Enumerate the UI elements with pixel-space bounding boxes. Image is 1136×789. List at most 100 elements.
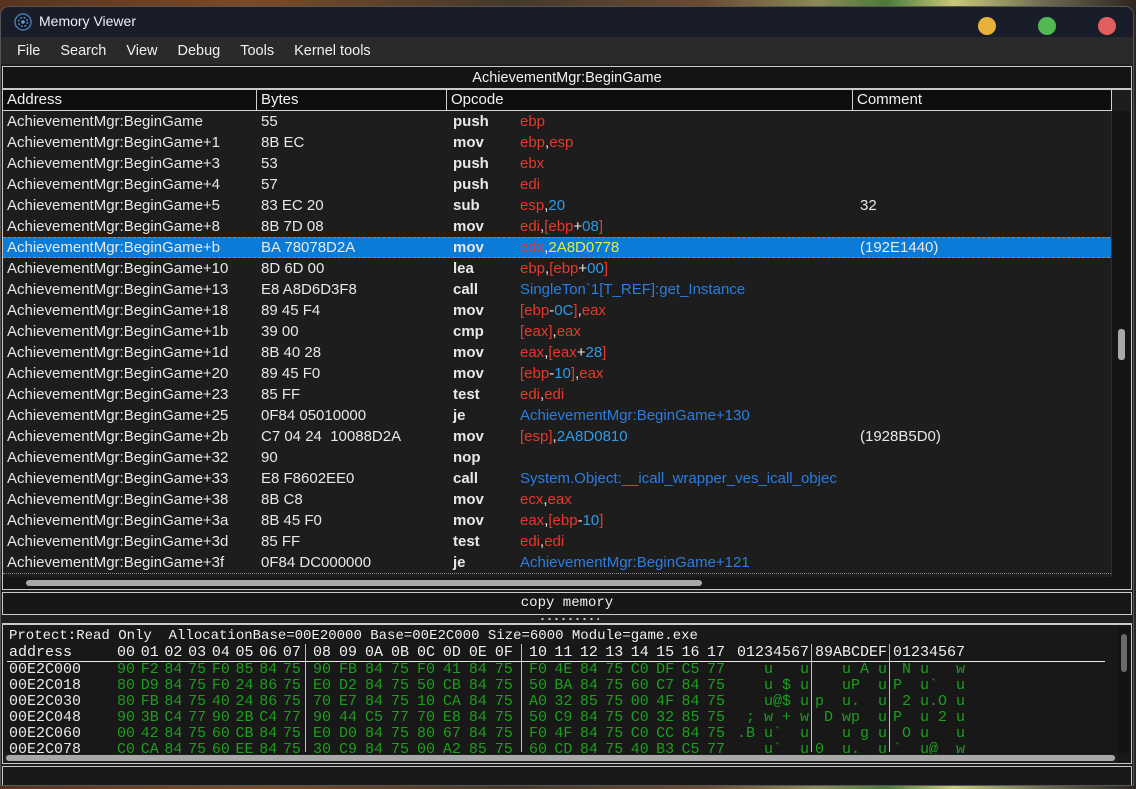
hex-row[interactable]: 00E2C03080FB84754024867570E7847510CA8475… [7,694,1105,710]
instruction-operands: [ebp-0C],eax [520,300,606,321]
ascii-group: O u u [893,726,965,742]
hex-row[interactable]: 00E2C00090F28475F085847590FB8475F0418475… [7,662,1105,678]
instruction-address: AchievementMgr:BeginGame+3d [7,531,228,552]
disasm-row[interactable]: AchievementMgr:BeginGame+108D 6D 00leaeb… [3,258,1115,279]
disasm-row[interactable]: AchievementMgr:BeginGame+2385 FFtestedi,… [3,384,1115,405]
hex-vertical-scrollbar[interactable] [1118,626,1130,753]
copy-memory-button[interactable]: copy memory [2,592,1132,615]
instruction-bytes: 8B C8 [261,489,303,510]
ascii-group: u g u [815,726,887,742]
memory-viewer-window: Memory Viewer FileSearchViewDebugToolsKe… [0,6,1134,786]
disasm-row[interactable]: AchievementMgr:BeginGame+1d8B 40 28movea… [3,342,1115,363]
titlebar[interactable]: Memory Viewer [1,7,1133,37]
instruction-operands: edi,edi [520,531,564,552]
hex-address-column-label: address [9,644,72,661]
column-header-bytes: Bytes [257,90,447,110]
minimize-button[interactable] [978,17,996,35]
disasm-row[interactable]: AchievementMgr:BeginGame+3f0F84 DC000000… [3,552,1115,573]
disasm-row[interactable]: AchievementMgr:BeginGame+250F84 05010000… [3,405,1115,426]
menu-tools[interactable]: Tools [230,43,284,59]
menu-kernel-tools[interactable]: Kernel tools [284,43,381,59]
instruction-address: AchievementMgr:BeginGame+18 [7,300,228,321]
ascii-group: P u 2 u [893,710,965,726]
instruction-operands: edi,edi [520,384,564,405]
hex-byte-group: 50C98475C0328575 [529,710,725,726]
instruction-bytes: 8D 6D 00 [261,258,324,279]
splitter-grip-icon [539,617,599,621]
instruction-bytes: 89 45 F0 [261,363,320,384]
ascii-group: u@$ u [737,694,809,710]
instruction-opcode: push [453,153,489,174]
instruction-operands: edi [520,174,540,195]
maximize-button[interactable] [1038,17,1056,35]
close-button[interactable] [1098,17,1116,35]
disasm-row[interactable]: AchievementMgr:BeginGame+18B ECmovebp,es… [3,132,1115,153]
disasm-row[interactable]: AchievementMgr:BeginGame+3290nop [3,447,1115,468]
instruction-address: AchievementMgr:BeginGame [7,111,203,132]
disasm-row[interactable]: AchievementMgr:BeginGame+13E8 A8D6D3F8ca… [3,279,1115,300]
instruction-operands: ebx [520,153,544,174]
instruction-operands: ebp,[ebp+00] [520,258,608,279]
disasm-row[interactable]: AchievementMgr:BeginGame+2b C7 04 24 1008… [3,426,1115,447]
instruction-operands: esp,20 [520,195,565,216]
instruction-bytes: 0F84 DC000000 [261,552,371,573]
hex-horizontal-scrollbar-thumb[interactable] [6,755,1115,761]
menu-debug[interactable]: Debug [168,43,231,59]
instruction-operands: edi,[ebp+08] [520,216,603,237]
instruction-bytes: 85 FF [261,384,300,405]
instruction-address: AchievementMgr:BeginGame+1b [7,321,228,342]
instruction-address: AchievementMgr:BeginGame+32 [7,447,228,468]
instruction-operands: ebp,esp [520,132,573,153]
disasm-row[interactable]: AchievementMgr:BeginGame+33E8 F8602EE0ca… [3,468,1115,489]
instruction-opcode: push [453,174,489,195]
disassembly-horizontal-scrollbar[interactable] [3,577,1131,589]
vertical-scrollbar-thumb[interactable] [1118,329,1125,360]
disasm-row[interactable]: AchievementMgr:BeginGame+353pushebx [3,153,1115,174]
menu-view[interactable]: View [116,43,167,59]
instruction-address: AchievementMgr:BeginGame+1 [7,132,220,153]
menu-search[interactable]: Search [50,43,116,59]
ascii-header-group: 01234567 [737,644,809,661]
horizontal-scrollbar-thumb[interactable] [26,580,702,586]
hex-dump-rows: 00E2C00090F28475F085847590FB8475F0418475… [7,662,1105,758]
hex-vertical-scrollbar-thumb[interactable] [1121,634,1127,672]
panel-splitter[interactable] [1,615,1133,623]
hex-row[interactable]: 00E2C01880D98475F0248675E0D2847550CB8475… [7,678,1105,694]
instruction-opcode: sub [453,195,480,216]
hex-byte-group: F04F8475C0CC8475 [529,726,725,742]
instruction-address: AchievementMgr:BeginGame+5 [7,195,220,216]
disasm-row[interactable]: AchievementMgr:BeginGame+1b39 00cmp[eax]… [3,321,1115,342]
disasm-row[interactable]: AchievementMgr:BeginGame+388B C8movecx,e… [3,489,1115,510]
hex-horizontal-scrollbar[interactable] [4,754,1117,762]
instruction-operands: AchievementMgr:BeginGame+130 [520,405,750,426]
disasm-row[interactable]: AchievementMgr:BeginGame+3a8B 45 F0movea… [3,510,1115,531]
instruction-opcode: test [453,384,480,405]
disasm-row[interactable]: AchievementMgr:BeginGame+457pushedi [3,174,1115,195]
hex-row[interactable]: 00E2C048903BC477902BC4779044C57770E88475… [7,710,1105,726]
hex-byte-group: 70E7847510CA8475 [313,694,513,710]
hex-row[interactable]: 00E2C0600042847560CB8475E0D0847580678475… [7,726,1105,742]
instruction-bytes: C7 04 24 10088D2A [261,426,401,447]
ascii-group: .B u` u [737,726,809,742]
instruction-opcode: mov [453,238,484,257]
menu-file[interactable]: File [7,43,50,59]
disasm-row[interactable]: AchievementMgr:BeginGame+2089 45 F0mov[e… [3,363,1115,384]
disasm-row[interactable]: AchievementMgr:BeginGame+583 EC 20subesp… [3,195,1115,216]
disasm-row[interactable]: AchievementMgr:BeginGame55pushebp [3,111,1115,132]
hex-byte-group: E0D0847580678475 [313,726,513,742]
disasm-row-selected[interactable]: AchievementMgr:BeginGame+bBA 78078D2Amov… [3,237,1115,258]
instruction-bytes: E8 A8D6D3F8 [261,279,357,300]
hex-row-address: 00E2C000 [9,662,81,678]
ascii-group: D wp u [815,710,887,726]
instruction-address: AchievementMgr:BeginGame+2b [7,426,228,447]
disasm-row[interactable]: AchievementMgr:BeginGame+3d85 FFtestedi,… [3,531,1115,552]
instruction-bytes: 85 FF [261,531,300,552]
instruction-opcode: mov [453,342,484,363]
instruction-opcode: mov [453,132,484,153]
disassembly-vertical-scrollbar[interactable] [1111,111,1131,577]
disasm-row[interactable]: AchievementMgr:BeginGame+1889 45 F4mov[e… [3,300,1115,321]
disasm-row[interactable]: AchievementMgr:BeginGame+88B 7D 08movedi… [3,216,1115,237]
instruction-operands: SingleTon`1[T_REF]:get_Instance [520,279,745,300]
instruction-opcode: lea [453,258,474,279]
instruction-opcode: nop [453,447,481,468]
